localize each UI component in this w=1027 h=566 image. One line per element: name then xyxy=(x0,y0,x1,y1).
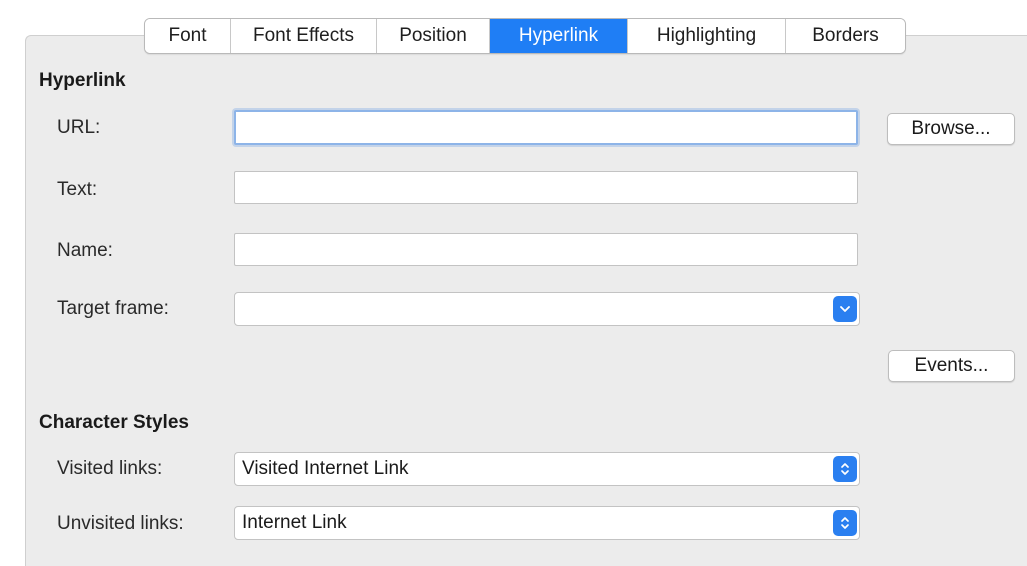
visited-links-label: Visited links: xyxy=(57,458,163,479)
unvisited-links-select[interactable]: Internet Link xyxy=(234,506,860,540)
unvisited-links-label: Unvisited links: xyxy=(57,513,184,534)
browse-button[interactable]: Browse... xyxy=(887,113,1015,145)
up-down-chevrons-icon[interactable] xyxy=(833,456,857,482)
target-frame-combobox[interactable] xyxy=(234,292,860,326)
text-input[interactable] xyxy=(234,171,858,204)
unvisited-links-value: Internet Link xyxy=(242,512,347,533)
tab-borders[interactable]: Borders xyxy=(786,19,905,53)
name-label: Name: xyxy=(57,240,113,261)
url-label: URL: xyxy=(57,117,101,138)
tab-font[interactable]: Font xyxy=(145,19,231,53)
chevron-down-icon[interactable] xyxy=(833,296,857,322)
hyperlink-section-title: Hyperlink xyxy=(39,70,126,91)
events-button[interactable]: Events... xyxy=(888,350,1015,382)
tab-highlighting[interactable]: Highlighting xyxy=(628,19,786,53)
text-label: Text: xyxy=(57,179,98,200)
tab-bar: Font Font Effects Position Hyperlink Hig… xyxy=(144,18,906,54)
tab-hyperlink[interactable]: Hyperlink xyxy=(490,19,628,53)
character-styles-section-title: Character Styles xyxy=(39,412,189,433)
up-down-chevrons-icon[interactable] xyxy=(833,510,857,536)
tab-position[interactable]: Position xyxy=(377,19,490,53)
url-input[interactable] xyxy=(234,110,858,145)
visited-links-value: Visited Internet Link xyxy=(242,458,409,479)
visited-links-select[interactable]: Visited Internet Link xyxy=(234,452,860,486)
target-frame-label: Target frame: xyxy=(57,298,169,319)
name-input[interactable] xyxy=(234,233,858,266)
tab-font-effects[interactable]: Font Effects xyxy=(231,19,377,53)
